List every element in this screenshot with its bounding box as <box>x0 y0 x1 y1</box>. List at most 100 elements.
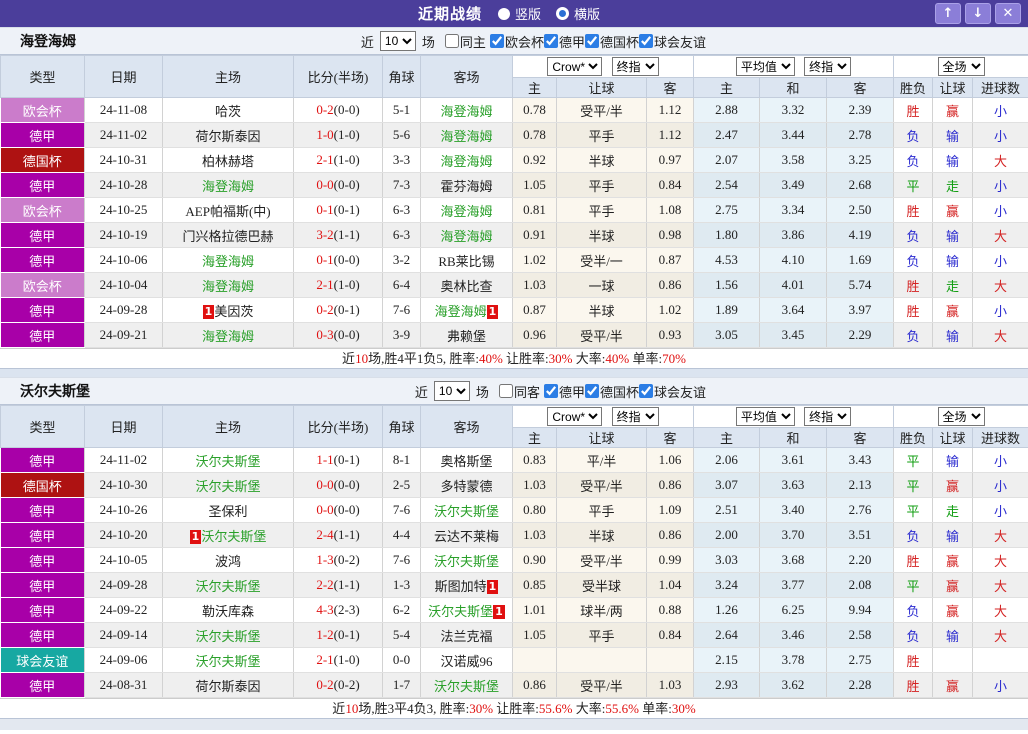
result-goals: 小 <box>972 247 1028 273</box>
league-filter-德甲[interactable]: 德甲 <box>543 32 585 51</box>
same-side-label: 同主 <box>459 34 486 50</box>
summary-part: 30% <box>548 351 573 366</box>
crow-home-odds: 0.90 <box>512 547 557 573</box>
match-score: 2-1(1-0) <box>293 147 383 173</box>
crow-home-odds: 1.01 <box>512 597 557 623</box>
same-side-filter[interactable]: 同客 <box>498 382 540 401</box>
league-filter-球会友谊[interactable]: 球会友谊 <box>638 32 706 51</box>
result-wdl: 负 <box>893 597 934 623</box>
average-dropdown-cell: 平均值 终指 <box>693 405 895 428</box>
same-side-checkbox[interactable] <box>444 34 459 48</box>
match-row: 德甲 24-10-28 海登海姆 0-0(0-0) 7-3 霍芬海姆 1.05 平手 0.84 2… <box>0 172 1028 198</box>
away-team: 海登海姆 <box>420 222 513 248</box>
summary-part: 单率: <box>638 701 672 716</box>
match-date: 24-10-04 <box>84 272 163 298</box>
match-date: 24-10-30 <box>84 472 163 498</box>
league-filter-checkbox[interactable] <box>638 34 653 48</box>
team-name: 沃尔夫斯堡 <box>433 678 499 694</box>
crow-home-odds: 1.02 <box>512 247 557 273</box>
league-filter-球会友谊[interactable]: 球会友谊 <box>638 382 706 401</box>
away-team: 沃尔夫斯堡 <box>420 672 513 698</box>
league-filter-checkbox[interactable] <box>638 384 653 398</box>
close-button[interactable]: ✕ <box>995 3 1021 24</box>
match-row: 德甲 24-11-02 沃尔夫斯堡 1-1(0-1) 8-1 奥格斯堡 0.83 平/半 1.0… <box>0 447 1028 473</box>
same-side-checkbox[interactable] <box>498 384 513 398</box>
crow-away-odds <box>646 647 695 673</box>
move-down-button[interactable]: ↓ <box>965 3 991 24</box>
result-wdl: 平 <box>893 447 934 473</box>
games-count-select[interactable]: 10 <box>379 31 416 51</box>
vertical-layout-radio-icon[interactable] <box>497 7 510 20</box>
average-select[interactable]: 平均值 <box>735 57 795 76</box>
odds-company-select[interactable]: Crow* <box>547 57 603 76</box>
result-wdl: 负 <box>893 247 934 273</box>
scope-select[interactable]: 全场 <box>937 57 985 76</box>
scope-select[interactable]: 全场 <box>937 407 985 426</box>
halftime-score: (1-1) <box>333 227 360 242</box>
result-goals: 小 <box>972 122 1028 148</box>
league-filter-checkbox[interactable] <box>543 34 558 48</box>
home-team: 海登海姆 <box>162 172 294 198</box>
result-goals: 大 <box>972 147 1028 173</box>
league-badge: 德国杯 <box>0 147 85 173</box>
same-side-filter[interactable]: 同主 <box>444 32 486 51</box>
handicap-line: 平手 <box>556 172 647 198</box>
halftime-score: (0-2) <box>333 552 360 567</box>
handicap-line: 一球 <box>556 272 647 298</box>
league-filter-德国杯[interactable]: 德国杯 <box>584 32 639 51</box>
avg-home-odds: 3.07 <box>693 472 761 498</box>
avg-away-odds: 4.19 <box>826 222 895 248</box>
summary-part: 场,胜3平4负3, 胜率: <box>358 701 470 716</box>
league-filter-欧会杯[interactable]: 欧会杯 <box>489 32 544 51</box>
league-badge: 德甲 <box>0 222 85 248</box>
handicap-line: 球半/两 <box>556 597 647 623</box>
avg-away-odds: 2.39 <box>826 97 895 123</box>
odds-dropdown-cell: Crow* 终指 <box>511 405 695 428</box>
fulltime-score: 2-4 <box>316 527 334 542</box>
fulltime-score: 2-1 <box>316 277 334 292</box>
games-count-select[interactable]: 10 <box>433 381 470 401</box>
average-stage-select[interactable]: 终指 <box>804 57 852 76</box>
odds-company-select[interactable]: Crow* <box>547 407 603 426</box>
halftime-score: (0-1) <box>333 452 360 467</box>
crow-home-odds: 0.78 <box>512 97 557 123</box>
bottom-strip <box>0 718 1028 730</box>
league-filter-checkbox[interactable] <box>584 384 599 398</box>
match-date: 24-10-28 <box>84 172 163 198</box>
move-up-button[interactable]: ↑ <box>935 3 961 24</box>
league-filter-label: 德甲 <box>558 384 585 400</box>
col-header-crow-away: 客 <box>645 427 695 448</box>
odds-stage-select[interactable]: 终指 <box>611 407 659 426</box>
league-filter-checkbox[interactable] <box>543 384 558 398</box>
league-badge: 德甲 <box>0 297 85 323</box>
handicap-line: 平手 <box>556 622 647 648</box>
vertical-layout-radio-label[interactable]: 竖版 <box>515 4 541 23</box>
match-score: 0-1(0-0) <box>293 247 383 273</box>
league-filter-checkbox[interactable] <box>584 34 599 48</box>
team-name: 荷尔斯泰因 <box>195 678 261 694</box>
result-goals: 大 <box>972 522 1028 548</box>
average-select[interactable]: 平均值 <box>735 407 795 426</box>
league-filter-德甲[interactable]: 德甲 <box>543 382 585 401</box>
home-team: 哈茨 <box>162 97 294 123</box>
col-header-away: 客场 <box>420 55 513 98</box>
team-name: AEP帕福斯(中) <box>185 203 271 219</box>
average-stage-select[interactable]: 终指 <box>804 407 852 426</box>
league-filter-group: 欧会杯 德甲 德国杯 球会友谊 <box>489 32 706 51</box>
horizontal-layout-radio-label[interactable]: 横版 <box>574 4 600 23</box>
red-card-badge: 1 <box>486 579 499 594</box>
match-row: 德甲 24-08-31 荷尔斯泰因 0-2(0-2) 1-7 沃尔夫斯堡 0.86 受平/半 1… <box>0 672 1028 698</box>
crow-home-odds: 0.87 <box>512 297 557 323</box>
odds-stage-select[interactable]: 终指 <box>611 57 659 76</box>
away-team: 法兰克福 <box>420 622 513 648</box>
avg-away-odds: 3.97 <box>826 297 895 323</box>
league-filter-label: 球会友谊 <box>653 34 706 50</box>
home-team: 海登海姆 <box>162 247 294 273</box>
team-name: 海登海姆 <box>201 278 254 294</box>
horizontal-layout-radio-icon[interactable] <box>556 7 569 20</box>
league-filter-德国杯[interactable]: 德国杯 <box>584 382 639 401</box>
match-score: 4-3(2-3) <box>293 597 383 623</box>
result-handicap: 输 <box>932 122 974 148</box>
fulltime-score: 1-0 <box>316 127 334 142</box>
league-filter-checkbox[interactable] <box>489 34 504 48</box>
